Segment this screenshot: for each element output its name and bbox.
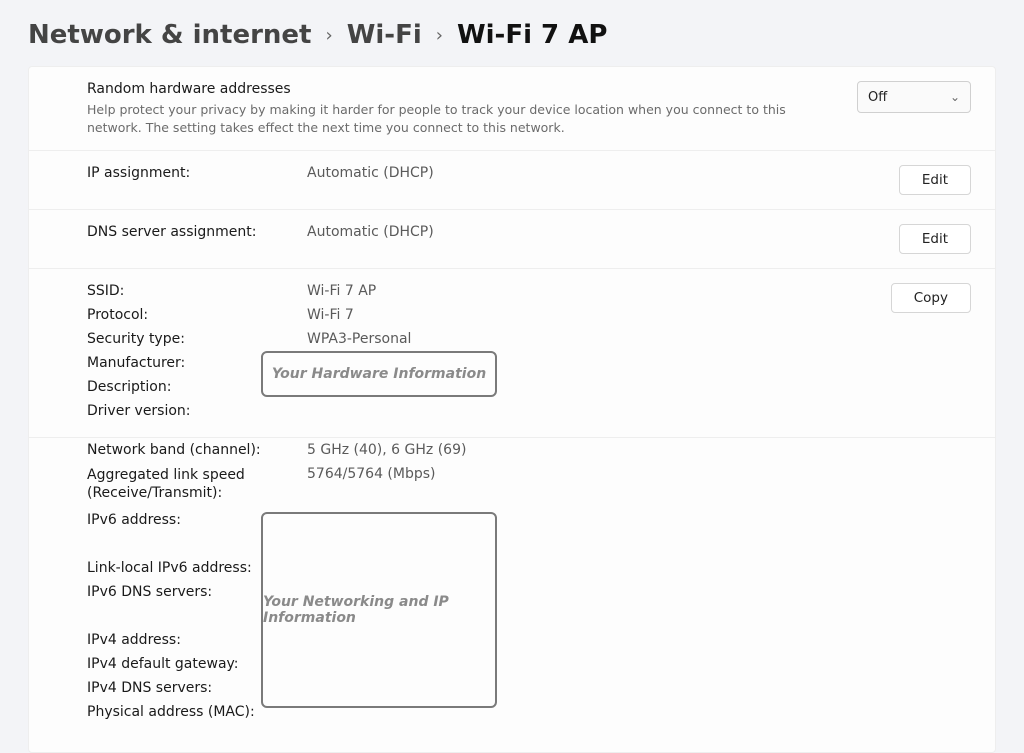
dns-assign-value: Automatic (DHCP) — [307, 224, 883, 240]
hardware-info-placeholder: Your Hardware Information — [261, 351, 497, 397]
prop-ssid-value: Wi-Fi 7 AP — [307, 283, 875, 299]
random-hw-title: Random hardware addresses — [87, 81, 841, 97]
random-hw-dropdown[interactable]: Off ⌄ — [857, 81, 971, 113]
breadcrumb-root[interactable]: Network & internet — [28, 20, 311, 50]
chevron-down-icon: ⌄ — [950, 90, 960, 104]
prop-protocol-value: Wi-Fi 7 — [307, 307, 875, 323]
prop-driver-label: Driver version: — [87, 403, 307, 419]
row-random-hw-addresses: Random hardware addresses Help protect y… — [29, 67, 995, 151]
random-hw-desc: Help protect your privacy by making it h… — [87, 101, 787, 136]
networking-info-placeholder: Your Networking and IP Information — [261, 512, 497, 708]
breadcrumb-wifi[interactable]: Wi-Fi — [347, 20, 422, 50]
prop-driver-value — [307, 403, 875, 419]
settings-panel: Random hardware addresses Help protect y… — [28, 66, 996, 753]
net-band-value: 5 GHz (40), 6 GHz (69) — [307, 442, 971, 458]
ip-assign-edit-button[interactable]: Edit — [899, 165, 971, 195]
row-dns-assignment: DNS server assignment: Automatic (DHCP) … — [29, 210, 995, 269]
properties-copy-button[interactable]: Copy — [891, 283, 971, 313]
ip-assign-value: Automatic (DHCP) — [307, 165, 883, 181]
breadcrumb-current: Wi-Fi 7 AP — [457, 20, 607, 50]
net-aggr-label: Aggregated link speed (Receive/Transmit)… — [87, 466, 307, 502]
row-properties: SSID: Wi-Fi 7 AP Protocol: Wi-Fi 7 Secur… — [29, 269, 995, 438]
prop-protocol-label: Protocol: — [87, 307, 307, 323]
ip-assign-label: IP assignment: — [87, 165, 307, 181]
chevron-right-icon: › — [325, 25, 332, 46]
chevron-right-icon: › — [436, 25, 443, 46]
prop-security-value: WPA3-Personal — [307, 331, 875, 347]
prop-security-label: Security type: — [87, 331, 307, 347]
dns-assign-label: DNS server assignment: — [87, 224, 307, 240]
row-ip-assignment: IP assignment: Automatic (DHCP) Edit — [29, 151, 995, 210]
prop-ssid-label: SSID: — [87, 283, 307, 299]
breadcrumb: Network & internet › Wi-Fi › Wi-Fi 7 AP — [0, 0, 1024, 66]
row-networking: Network band (channel): 5 GHz (40), 6 GH… — [29, 438, 995, 734]
random-hw-value: Off — [868, 90, 887, 105]
dns-assign-edit-button[interactable]: Edit — [899, 224, 971, 254]
net-aggr-value: 5764/5764 (Mbps) — [307, 466, 971, 502]
net-band-label: Network band (channel): — [87, 442, 307, 458]
